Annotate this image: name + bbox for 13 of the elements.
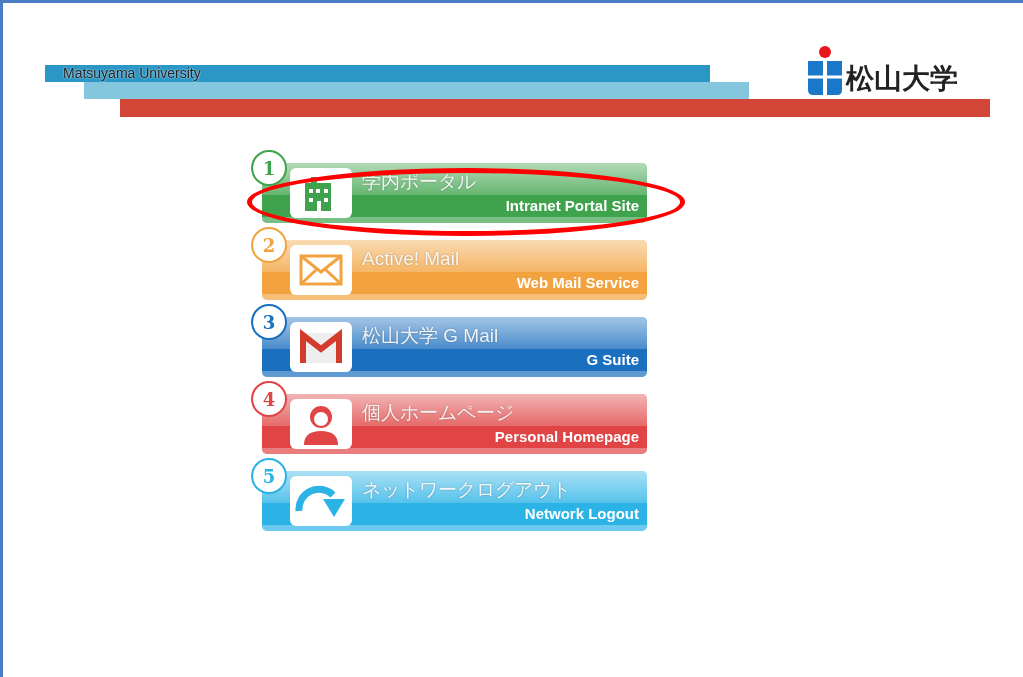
mail-m-icon (299, 329, 343, 365)
number-badge: 5 (251, 458, 287, 494)
logo-text: 松山大学 (846, 62, 958, 96)
person-icon (302, 403, 340, 445)
menu-link-button[interactable]: 個人ホームページ Personal Homepage 4 (251, 381, 647, 454)
menu-link-button[interactable]: Active! Mail Web Mail Service 2 (251, 227, 647, 300)
menu-link-button[interactable]: 松山大学 G Mail G Suite 3 (251, 304, 647, 377)
envelope-icon (299, 254, 343, 286)
university-name: Matsuyama University (63, 65, 201, 82)
logo-icon (807, 45, 843, 97)
menu-link-button[interactable]: ネットワークログアウト Network Logout 5 (251, 458, 647, 531)
number-badge: 4 (251, 381, 287, 417)
number-badge: 3 (251, 304, 287, 340)
